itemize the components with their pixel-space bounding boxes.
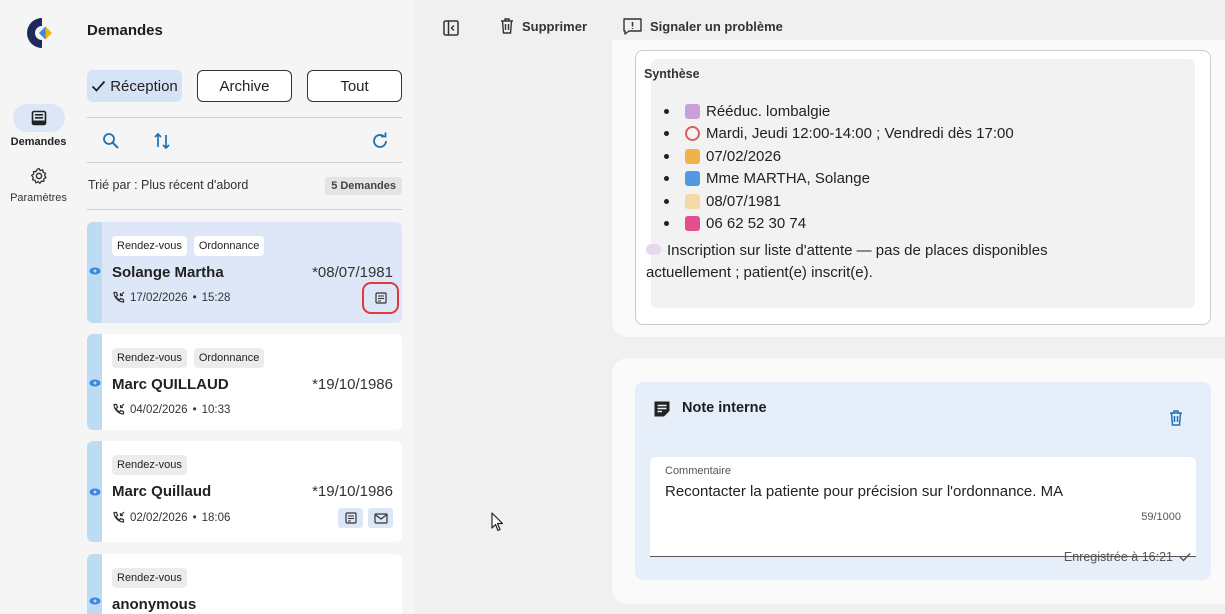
filter-reception-button[interactable]: Réception xyxy=(87,70,182,102)
collapse-panel-icon[interactable] xyxy=(443,20,459,36)
floppy-icon xyxy=(685,103,700,119)
delete-button[interactable]: Supprimer xyxy=(500,18,587,34)
check-icon xyxy=(1179,553,1191,562)
report-problem-button[interactable]: Signaler un problème xyxy=(623,18,783,35)
synthese-item: Mme MARTHA, Solange xyxy=(664,168,1014,191)
birthday-cake-icon xyxy=(685,193,700,209)
filter-group: Réception Archive Tout xyxy=(87,70,402,102)
patient-dob: *19/10/1986 xyxy=(312,483,393,500)
trash-icon xyxy=(501,18,513,34)
synthese-item: 07/02/2026 xyxy=(664,145,1014,168)
synthese-card: Synthèse Rééduc. lombalgie Mardi, Jeudi … xyxy=(635,50,1211,325)
phone-incoming-icon xyxy=(113,403,125,415)
synthese-item: 06 62 52 30 74 xyxy=(664,213,1014,236)
nav-label: Demandes xyxy=(10,136,67,148)
tag: Rendez-vous xyxy=(112,455,187,475)
report-icon xyxy=(623,18,642,35)
synthese-title: Synthèse xyxy=(644,67,700,81)
patient-name: anonymous xyxy=(112,596,197,613)
refresh-icon[interactable] xyxy=(371,132,389,150)
patient-name: Marc Quillaud xyxy=(112,483,212,500)
synthese-item: Mardi, Jeudi 12:00-14:00 ; Vendredi dès … xyxy=(664,123,1014,146)
char-counter: 59/1000 xyxy=(1141,511,1181,523)
synthese-item: Rééduc. lombalgie xyxy=(664,100,1014,123)
save-status: Enregistrée à 16:21 xyxy=(1064,550,1191,564)
tag: Rendez-vous xyxy=(112,236,187,256)
filter-tout-button[interactable]: Tout xyxy=(307,70,402,102)
call-datetime: 02/02/2026 • 18:06 xyxy=(112,511,230,524)
synthese-item: 08/07/1981 xyxy=(664,190,1014,213)
tag: Ordonnance xyxy=(193,348,265,368)
note-interne-title: Note interne xyxy=(682,400,767,416)
trash-icon[interactable] xyxy=(1169,410,1183,426)
email-sent-icon[interactable] xyxy=(368,508,393,528)
eye-icon xyxy=(89,488,101,496)
phone-incoming-icon xyxy=(113,291,125,303)
note-indicator-icon[interactable] xyxy=(338,508,363,528)
note-indicator-icon[interactable] xyxy=(362,282,399,314)
sort-icon[interactable] xyxy=(153,132,171,150)
nav-item-parametres[interactable]: Paramètres xyxy=(0,164,77,204)
request-card[interactable]: Rendez-vous Ordonnance Marc QUILLAUD *19… xyxy=(87,334,402,430)
sort-label: Trié par : Plus récent d'abord xyxy=(88,178,249,192)
tag: Ordonnance xyxy=(193,236,265,256)
comment-label: Commentaire xyxy=(665,465,732,477)
requests-list-panel: Demandes Réception Archive Tout Trié par… xyxy=(77,0,415,614)
nav-label: Paramètres xyxy=(10,192,67,204)
eye-icon xyxy=(89,379,101,387)
inbox-icon xyxy=(31,110,46,126)
phone-icon xyxy=(685,216,700,232)
alarm-clock-icon xyxy=(685,126,700,142)
comment-field[interactable]: Commentaire Recontacter la patiente pour… xyxy=(650,457,1196,557)
count-badge: 5 Demandes xyxy=(325,177,402,195)
sticky-note-icon xyxy=(654,401,670,417)
patient-name: Marc QUILLAUD xyxy=(112,376,229,393)
note-interne-panel: Note interne Commentaire Recontacter la … xyxy=(612,358,1225,604)
nav-item-demandes[interactable]: Demandes xyxy=(0,104,77,148)
patient-dob: *19/10/1986 xyxy=(312,376,393,393)
call-datetime: 17/02/2026 • 15:28 xyxy=(112,291,230,304)
check-icon xyxy=(92,80,106,92)
tag: Rendez-vous xyxy=(112,568,187,588)
list-toolbar xyxy=(87,117,402,163)
synthese-list: Rééduc. lombalgie Mardi, Jeudi 12:00-14:… xyxy=(664,100,1014,235)
eye-icon xyxy=(89,267,101,275)
patient-name: Solange Martha xyxy=(112,264,224,281)
request-card[interactable]: Rendez-vous Marc Quillaud *19/10/1986 02… xyxy=(87,441,402,542)
search-icon[interactable] xyxy=(102,132,120,150)
new-badge-icon xyxy=(685,171,700,187)
app-logo xyxy=(27,18,52,48)
note-interne-card: Note interne Commentaire Recontacter la … xyxy=(635,382,1211,580)
gear-icon xyxy=(30,167,47,184)
synthese-note: Inscription sur liste d'attente — pas de… xyxy=(646,242,1048,281)
patient-dob: *08/07/1981 xyxy=(312,264,393,281)
mouse-cursor-icon xyxy=(491,512,504,532)
request-card[interactable]: Rendez-vous Ordonnance Solange Martha *0… xyxy=(87,222,402,323)
comment-value[interactable]: Recontacter la patiente pour précision s… xyxy=(665,483,1063,500)
phone-incoming-icon xyxy=(113,511,125,523)
nav-rail: Demandes Paramètres xyxy=(0,0,77,614)
list-title: Demandes xyxy=(87,22,163,39)
call-datetime: 04/02/2026 • 10:33 xyxy=(112,403,230,416)
eye-icon xyxy=(89,597,101,605)
synthese-panel: Synthèse Rééduc. lombalgie Mardi, Jeudi … xyxy=(612,40,1225,337)
filter-archive-button[interactable]: Archive xyxy=(197,70,292,102)
tag: Rendez-vous xyxy=(112,348,187,368)
writing-hand-icon xyxy=(685,148,700,164)
sort-row: Trié par : Plus récent d'abord 5 Demande… xyxy=(87,172,402,210)
request-card[interactable]: Rendez-vous anonymous xyxy=(87,554,402,614)
speech-bubble-icon xyxy=(646,244,661,255)
